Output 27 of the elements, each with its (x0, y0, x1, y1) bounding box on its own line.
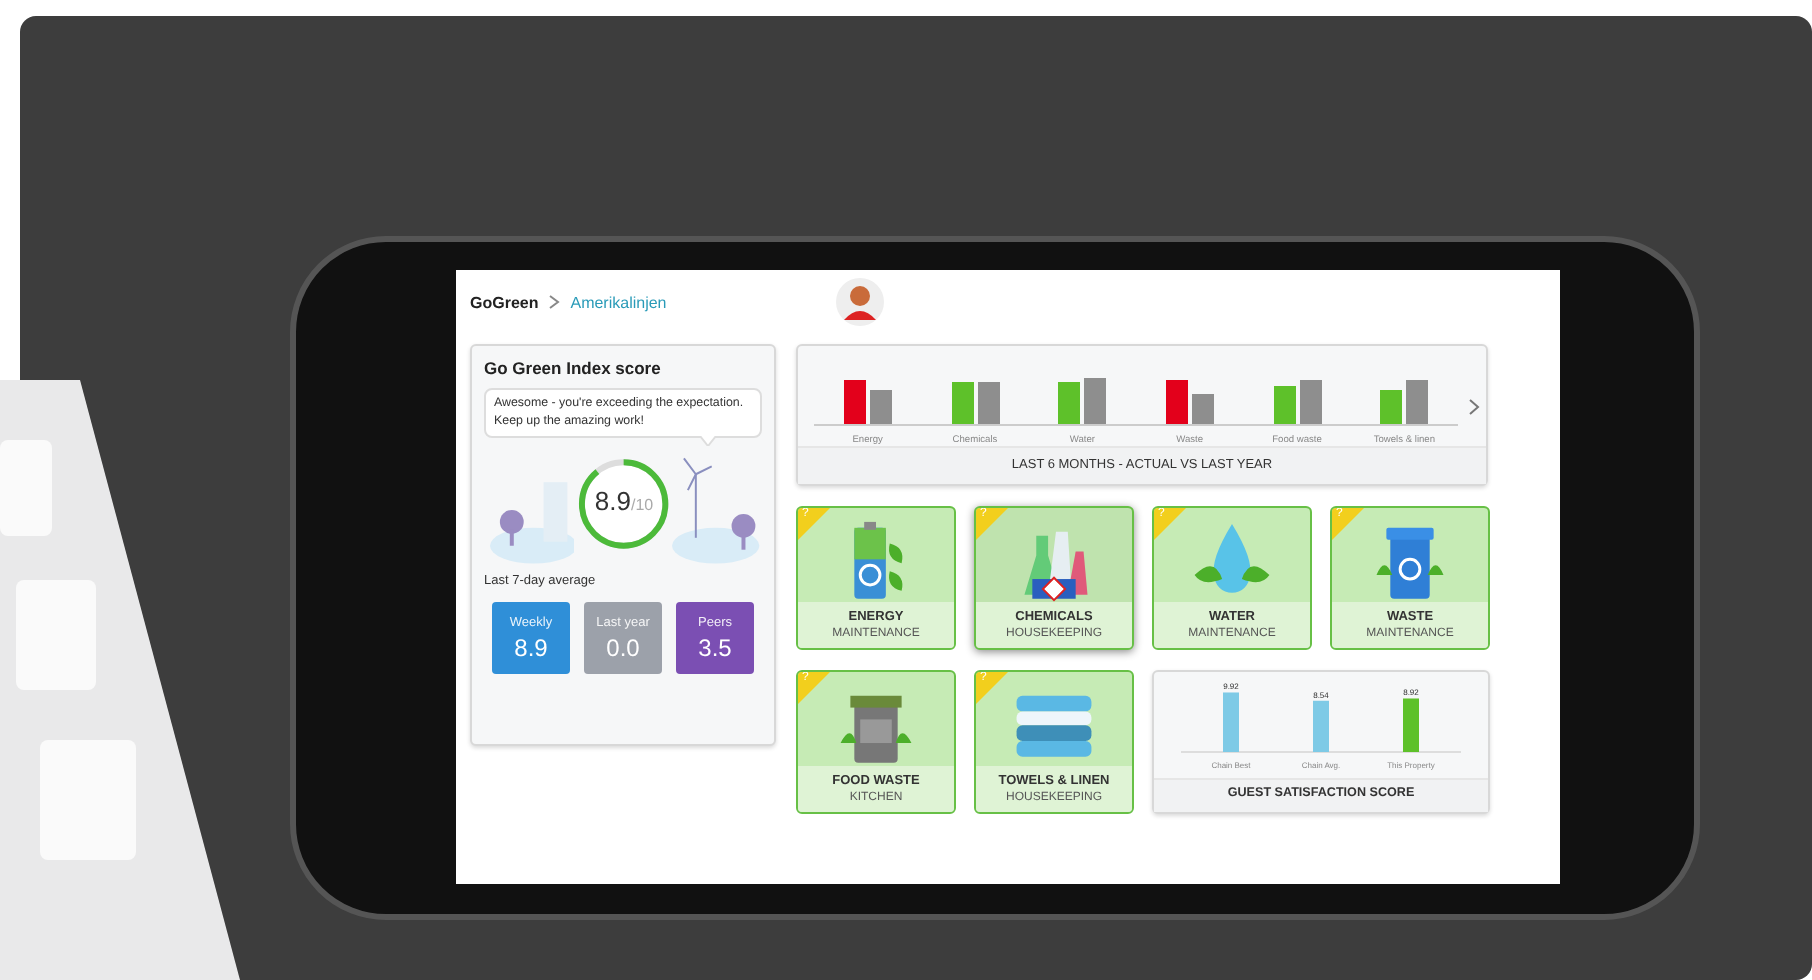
last-year-bar (977, 382, 999, 425)
bubble-tail-icon (700, 436, 716, 447)
last-year-bar (1299, 380, 1322, 425)
stat-value: 3.5 (698, 633, 732, 662)
bar (1223, 692, 1239, 752)
next-icon[interactable] (1468, 398, 1480, 416)
corner-flag-icon (798, 508, 830, 540)
last-year-bar (1084, 378, 1107, 425)
corner-flag-icon (976, 508, 1008, 540)
corner-flag-icon (976, 672, 1008, 704)
windmill-drawing (672, 454, 762, 567)
corner-flag-icon (798, 672, 830, 704)
bar (1403, 698, 1419, 752)
corner-flag-icon (1154, 508, 1186, 540)
bar (1313, 700, 1329, 752)
avatar-icon[interactable] (836, 278, 885, 326)
stat-value: 8.9 (514, 633, 548, 662)
last-year-bar (1191, 394, 1214, 425)
score-value: 8.9 (594, 486, 631, 517)
stat-value: 0.0 (606, 633, 640, 662)
chevron-icon (548, 294, 561, 310)
score-max: /10 (630, 496, 654, 515)
last-year-bar (1406, 380, 1429, 425)
corner-flag-icon (1332, 508, 1364, 540)
card-title: Go Green Index score (484, 358, 663, 378)
last-year-bar (869, 390, 892, 425)
brand-name[interactable]: GoGreen (470, 293, 539, 311)
